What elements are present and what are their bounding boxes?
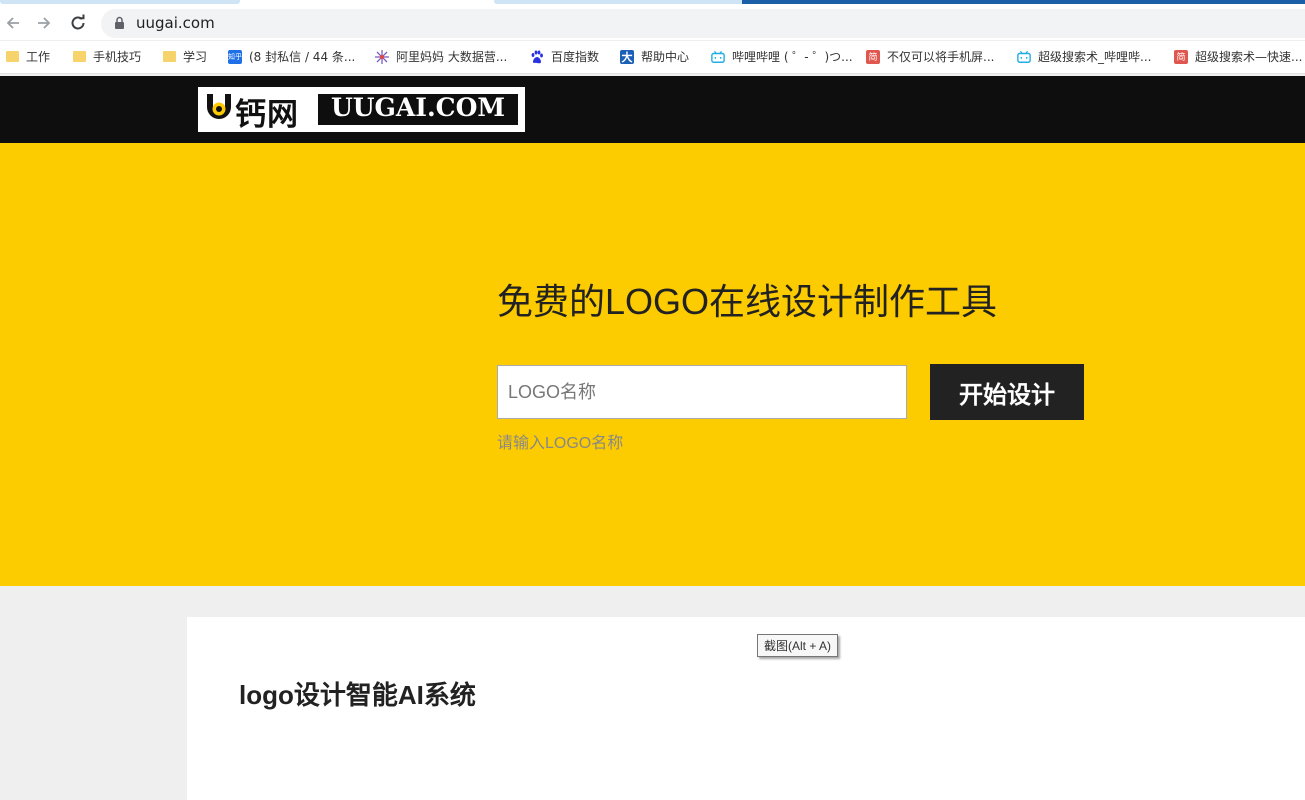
url-text: uugai.com [136,14,215,32]
bookmark-label: 不仅可以将手机屏... [887,50,995,64]
logo-shield-icon [207,94,231,119]
bookmark-label: 手机技巧 [93,50,142,64]
bookmark-label: 学习 [183,50,208,64]
logo-name-input[interactable] [497,365,907,419]
screenshot-tooltip: 截图(Alt + A) [757,634,839,657]
bilibili-icon [1017,50,1031,64]
bookmark-study[interactable]: 学习 [163,48,207,65]
browser-toolbar: uugai.com [0,6,1305,40]
jianshu-icon: 简 [866,49,880,64]
baidu-paw-icon [530,50,544,64]
input-hint: 请输入LOGO名称 [497,435,624,452]
bookmark-label: 哔哩哔哩 ( ゜- ゜)つ... [732,50,853,64]
address-bar[interactable]: uugai.com [101,9,1305,38]
forward-button[interactable] [31,10,57,36]
logo-cn-text: 钙网 [235,97,299,133]
bookmark-label: 超级搜索术—快速... [1195,50,1303,64]
hero-title: 免费的LOGO在线设计制作工具 [497,281,998,322]
folder-icon [6,51,19,62]
back-arrow-icon [6,17,19,29]
bookmark-jianshu-2[interactable]: 简 超级搜索术—快速... [1174,48,1302,65]
bookmark-label: 阿里妈妈 大数据营... [396,50,508,64]
bookmark-bilibili[interactable]: 哔哩哔哩 ( ゜- ゜)つ... [711,48,853,65]
bookmark-alimama[interactable]: 阿里妈妈 大数据营... [375,48,507,65]
bookmark-label: (8 封私信 / 44 条... [249,50,356,64]
bilibili-icon [711,50,725,64]
site-header: 钙网 UUGAI.COM [0,76,1305,143]
tab-previous[interactable] [0,0,240,4]
section-title: logo设计智能AI系统 [239,680,476,710]
bookmark-help-center[interactable]: 大 帮助中心 [620,48,689,65]
logo-en-text: UUGAI.COM [330,93,506,122]
site-logo[interactable]: 钙网 UUGAI.COM [198,87,525,133]
bookmark-work[interactable]: 工作 [6,48,50,65]
folder-icon [73,51,86,62]
hero-section: 免费的LOGO在线设计制作工具 开始设计 请输入LOGO名称 [0,143,1305,586]
reload-button[interactable] [65,10,91,36]
back-button[interactable] [0,10,26,36]
bookmark-label: 工作 [26,50,51,64]
bookmark-zhihu[interactable]: 知乎 (8 封私信 / 44 条... [228,48,355,65]
zhihu-icon: 知乎 [228,49,242,64]
bookmark-phone-tips[interactable]: 手机技巧 [73,48,141,65]
tab-next[interactable] [494,0,744,4]
da-icon: 大 [620,49,634,64]
bookmark-jianshu-1[interactable]: 简 不仅可以将手机屏... [866,48,994,65]
bookmark-baidu-index[interactable]: 百度指数 [530,48,599,65]
bookmark-label: 帮助中心 [641,50,690,64]
tab-other[interactable] [742,0,1305,4]
folder-icon [163,51,176,62]
content-card: logo设计智能AI系统 [187,617,1305,800]
bookmark-label: 超级搜索术_哔哩哔... [1038,50,1152,64]
bookmarks-bar: 工作 手机技巧 学习 知乎 (8 封私信 / 44 条... 阿里妈妈 大数据营… [0,41,1305,74]
forward-arrow-icon [38,17,51,29]
start-design-button[interactable]: 开始设计 [930,364,1084,420]
bookmark-bilibili-search[interactable]: 超级搜索术_哔哩哔... [1017,48,1151,65]
lock-icon [115,16,124,29]
bookmark-label: 百度指数 [551,50,600,64]
alimama-icon [375,49,389,64]
reload-icon [71,14,85,30]
jianshu-icon: 简 [1174,49,1188,64]
